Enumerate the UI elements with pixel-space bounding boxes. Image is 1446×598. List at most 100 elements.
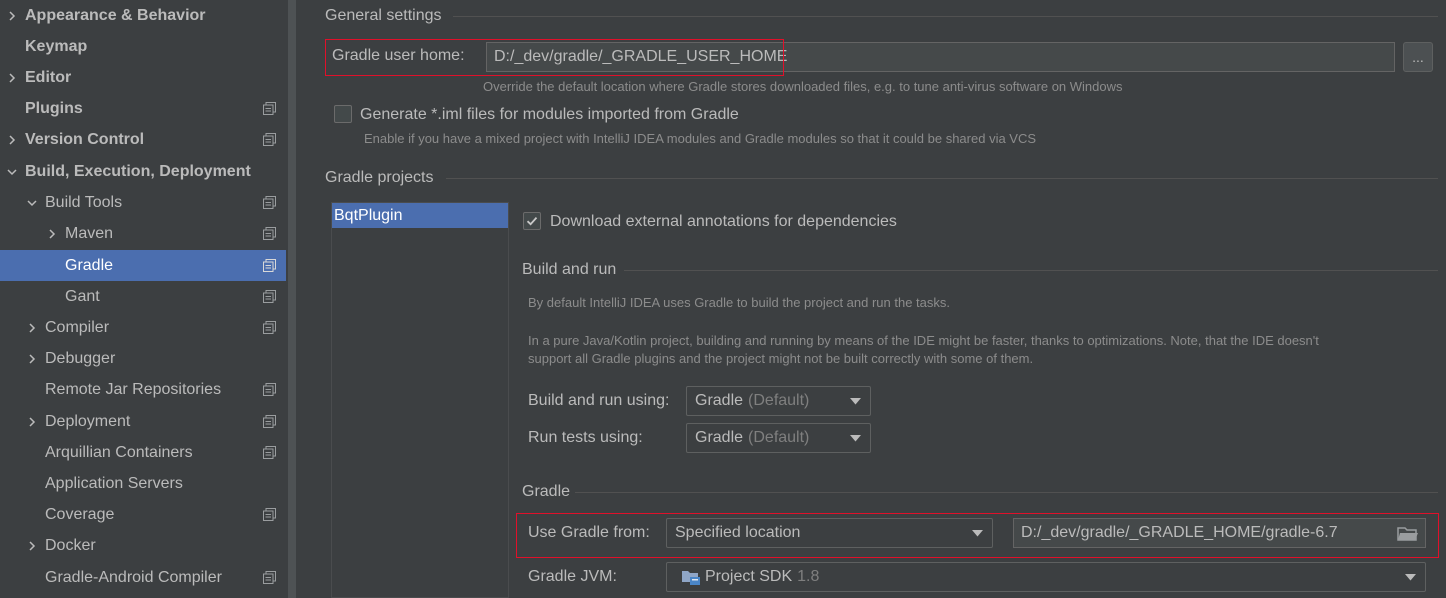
sidebar-item-plugins[interactable]: Plugins: [0, 93, 298, 124]
sdk-folder-icon: [682, 571, 700, 585]
project-scope-icon: [263, 196, 276, 209]
generate-iml-hint: Enable if you have a mixed project with …: [364, 131, 1037, 146]
use-gradle-from-dropdown[interactable]: Specified location: [666, 518, 993, 548]
sidebar-item-label: Plugins: [25, 99, 83, 117]
project-item-bqtplugin[interactable]: BqtPlugin: [332, 203, 508, 228]
sidebar-item-label: Appearance & Behavior: [25, 6, 206, 24]
sidebar-item-label: Remote Jar Repositories: [45, 380, 222, 398]
sidebar-item-label: Gradle-Android Compiler: [45, 568, 222, 586]
sidebar-item-label: Compiler: [45, 318, 110, 336]
sidebar-item-gradle-android-compiler[interactable]: Gradle-Android Compiler: [0, 562, 298, 593]
sidebar-item-coverage[interactable]: Coverage: [0, 499, 298, 530]
sidebar-item-application-servers[interactable]: Application Servers: [0, 468, 298, 499]
chevron-down-icon[interactable]: [24, 195, 40, 211]
chevron-right-icon[interactable]: [4, 70, 20, 86]
build-using-default-tag: (Default): [748, 392, 810, 409]
project-scope-icon: [263, 133, 276, 146]
chevron-right-icon[interactable]: [24, 320, 40, 336]
chevron-down-icon: [972, 530, 983, 537]
gradle-location-value: D:/_dev/gradle/_GRADLE_HOME/gradle-6.7: [1021, 524, 1338, 541]
build-using-dropdown[interactable]: Gradle (Default): [686, 386, 871, 416]
project-scope-icon: [263, 227, 276, 240]
project-scope-icon: [263, 383, 276, 396]
sidebar-item-label: Build, Execution, Deployment: [25, 162, 251, 180]
chevron-right-icon[interactable]: [24, 351, 40, 367]
sidebar-scrollbar[interactable]: [286, 0, 298, 598]
sidebar-item-gradle[interactable]: Gradle: [0, 250, 298, 281]
gradle-projects-list[interactable]: BqtPlugin: [331, 202, 509, 598]
tests-using-dropdown[interactable]: Gradle (Default): [686, 423, 871, 453]
gradle-jvm-dropdown[interactable]: Project SDK 1.8: [666, 562, 1426, 592]
chevron-right-icon[interactable]: [24, 538, 40, 554]
gradle-projects-title: Gradle projects: [325, 169, 434, 186]
settings-tree: Appearance & Behavior Keymap Editor Plugins…: [0, 0, 298, 598]
download-annotations-label: Download external annotations for depend…: [550, 213, 897, 230]
gradle-section-divider: [575, 492, 1438, 493]
sidebar-item-deployment[interactable]: Deployment: [0, 406, 298, 437]
project-scope-icon: [263, 508, 276, 521]
build-and-run-divider: [624, 270, 1438, 271]
sidebar-item-label: Application Servers: [45, 474, 183, 492]
tests-using-default-tag: (Default): [748, 429, 810, 446]
gradle-section-title: Gradle: [522, 483, 571, 500]
sidebar-item-docker[interactable]: Docker: [0, 530, 298, 561]
gradle-projects-divider: [446, 178, 1438, 179]
chevron-down-icon: [850, 398, 861, 405]
use-gradle-from-value: Specified location: [675, 524, 801, 541]
gradle-user-home-input[interactable]: D:/_dev/gradle/_GRADLE_USER_HOME: [486, 42, 1395, 72]
sidebar-item-label: Keymap: [25, 37, 88, 55]
gradle-jvm-version: 1.8: [797, 568, 820, 585]
sidebar-item-remote-jar-repositories[interactable]: Remote Jar Repositories: [0, 374, 298, 405]
sidebar-item-maven[interactable]: Maven: [0, 218, 298, 249]
generate-iml-checkbox[interactable]: [334, 105, 352, 123]
sidebar-item-editor[interactable]: Editor: [0, 62, 298, 93]
project-scope-icon: [263, 571, 276, 584]
ide-build-hint-line2: support all Gradle plugins and the proje…: [528, 351, 1034, 366]
sidebar-item-label: Version Control: [25, 130, 145, 148]
sidebar-item-compiler[interactable]: Compiler: [0, 312, 298, 343]
gradle-jvm-label: Gradle JVM:: [528, 568, 617, 585]
build-and-run-title: Build and run: [522, 261, 617, 278]
folder-icon[interactable]: [1397, 525, 1419, 543]
gradle-settings-panel: General settings Gradle user home: D:/_d…: [298, 0, 1446, 598]
use-gradle-from-label: Use Gradle from:: [528, 524, 650, 541]
project-scope-icon: [263, 321, 276, 334]
checkmark-icon: [526, 217, 538, 226]
sidebar-item-gant[interactable]: Gant: [0, 281, 298, 312]
chevron-down-icon[interactable]: [4, 164, 20, 180]
tests-using-value: Gradle: [695, 429, 744, 446]
browse-button[interactable]: ...: [1403, 42, 1433, 72]
sidebar-item-label: Arquillian Containers: [45, 443, 193, 461]
sidebar-item-label: Maven: [65, 224, 114, 242]
sidebar-item-label: Coverage: [45, 505, 115, 523]
chevron-right-icon[interactable]: [4, 8, 20, 24]
sidebar-item-keymap[interactable]: Keymap: [0, 31, 298, 62]
chevron-down-icon: [850, 435, 861, 442]
sidebar-item-label: Debugger: [45, 349, 116, 367]
sidebar-item-arquillian-containers[interactable]: Arquillian Containers: [0, 437, 298, 468]
build-using-value: Gradle: [695, 392, 744, 409]
sidebar-item-label: Build Tools: [45, 193, 123, 211]
chevron-right-icon[interactable]: [44, 226, 60, 242]
chevron-right-icon[interactable]: [24, 414, 40, 430]
chevron-right-icon[interactable]: [4, 132, 20, 148]
general-settings-title: General settings: [325, 7, 442, 24]
gradle-location-input[interactable]: D:/_dev/gradle/_GRADLE_HOME/gradle-6.7: [1013, 518, 1426, 548]
sidebar-item-build-execution-deployment[interactable]: Build, Execution, Deployment: [0, 156, 298, 187]
project-scope-icon: [263, 290, 276, 303]
sidebar-item-version-control[interactable]: Version Control: [0, 124, 298, 155]
generate-iml-label: Generate *.iml files for modules importe…: [360, 106, 739, 123]
sidebar-item-label: Gant: [65, 287, 100, 305]
sidebar-item-label: Docker: [45, 536, 96, 554]
sidebar-item-debugger[interactable]: Debugger: [0, 343, 298, 374]
build-and-run-hint: By default IntelliJ IDEA uses Gradle to …: [528, 295, 951, 310]
sidebar-item-appearance-behavior[interactable]: Appearance & Behavior: [0, 0, 298, 31]
gradle-jvm-value: Project SDK: [705, 568, 793, 585]
build-using-label: Build and run using:: [528, 392, 670, 409]
gradle-user-home-label: Gradle user home:: [332, 47, 465, 64]
sidebar-item-build-tools[interactable]: Build Tools: [0, 187, 298, 218]
project-scope-icon: [263, 102, 276, 115]
sidebar-item-label: Editor: [25, 68, 72, 86]
download-annotations-checkbox[interactable]: [523, 212, 541, 230]
sidebar-scrollbar-thumb[interactable]: [288, 0, 296, 598]
